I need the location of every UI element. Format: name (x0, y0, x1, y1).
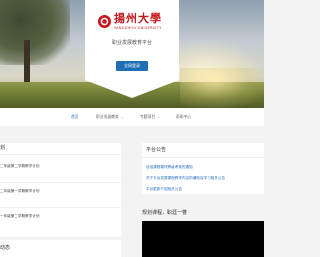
nav-item-label: 专题项目 (140, 114, 156, 119)
university-name: 揚州大學 (114, 12, 162, 25)
tree-trunk (24, 40, 30, 85)
divider (0, 207, 121, 208)
plan-item[interactable]: 二年级第一学期教学计划 (0, 187, 115, 195)
login-card-point (85, 80, 179, 98)
nav-item-label: 首页 (71, 114, 79, 119)
plan-item[interactable]: 一年级第二学期教学计划 (0, 212, 115, 220)
chevron-down-icon: ⌄ (120, 115, 124, 119)
main-nav: 首页 职业发展教育 ⌄ 专题项目 ⌄ 帮助中心 (0, 108, 264, 126)
nav-item-home[interactable]: 首页 (71, 108, 79, 126)
announcement-link[interactable]: 包括课程模块等级考核的通知 (146, 163, 262, 171)
university-english-name: YANGZHOU UNIVERSITY (114, 26, 162, 30)
divider (142, 157, 264, 158)
platform-title: 职业发展教育平台 (111, 40, 152, 46)
nav-item-projects[interactable]: 专题项目 ⌄ (140, 108, 160, 126)
video-player[interactable] (142, 221, 264, 257)
plan-panel-title: 划 (0, 145, 6, 151)
university-seal-icon (98, 15, 111, 28)
plan-item[interactable]: 二年级第二学期教学计划 (0, 162, 115, 170)
nav-item-help[interactable]: 帮助中心 (176, 108, 191, 126)
tree-canopy (0, 0, 70, 65)
sunlit-field (180, 68, 264, 108)
login-button[interactable]: 全网登录 (116, 61, 148, 71)
dynamics-panel-title: 动态 (0, 245, 11, 251)
announcement-link[interactable]: 关于平台发展课程教学内容的通知及学习相关公告 (146, 174, 262, 182)
divider (0, 154, 121, 155)
nav-item-career-education[interactable]: 职业发展教育 ⌄ (96, 108, 124, 126)
announcement-link[interactable]: 平台更新介绍相关公告 (146, 185, 262, 193)
chevron-down-icon: ⌄ (157, 115, 161, 119)
announcement-panel-title: 平台公告 (146, 147, 167, 153)
nav-item-label: 帮助中心 (176, 114, 192, 119)
video-section-title: 规划课程，职涯一瞥 (142, 210, 188, 216)
divider (0, 182, 121, 183)
nav-item-label: 职业发展教育 (96, 114, 119, 119)
